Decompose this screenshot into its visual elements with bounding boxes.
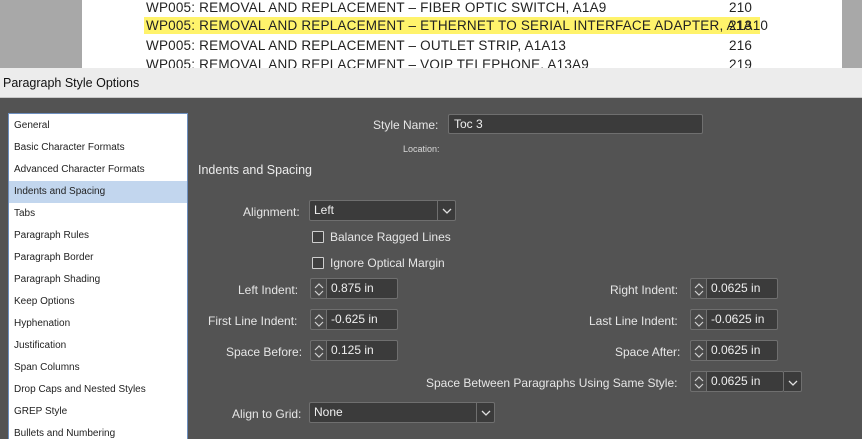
alignment-label: Alignment: — [243, 205, 300, 219]
space-before-input[interactable]: 0.125 in — [326, 340, 398, 361]
sidebar-item-paragraph-border[interactable]: Paragraph Border — [9, 247, 187, 269]
location-label: Location: — [403, 144, 440, 154]
toc-line-text: WP005: REMOVAL AND REPLACEMENT – FIBER O… — [146, 0, 607, 15]
space-between-stepper[interactable]: 0.0625 in — [690, 371, 802, 392]
sidebar-item-advanced-character-formats[interactable]: Advanced Character Formats — [9, 159, 187, 181]
space-before-stepper[interactable]: 0.125 in — [310, 340, 398, 361]
section-title: Indents and Spacing — [198, 163, 312, 177]
sidebar-item-paragraph-rules[interactable]: Paragraph Rules — [9, 225, 187, 247]
sidebar-item-keep-options[interactable]: Keep Options — [9, 291, 187, 313]
balance-ragged-lines-label: Balance Ragged Lines — [330, 230, 451, 244]
last-line-indent-stepper[interactable]: -0.0625 in — [690, 309, 778, 330]
toc-line: WP005: REMOVAL AND REPLACEMENT – VOIP TE… — [146, 56, 826, 68]
stepper-arrows-icon[interactable] — [690, 371, 706, 392]
align-to-grid-label: Align to Grid: — [232, 407, 302, 421]
sidebar-item-general[interactable]: General — [9, 115, 187, 137]
stepper-arrows-icon[interactable] — [690, 340, 706, 361]
stepper-arrows-icon[interactable] — [690, 309, 706, 330]
toc-line-page: 210 — [729, 0, 753, 15]
stepper-arrows-icon[interactable] — [310, 309, 326, 330]
toc-line-highlighted: WP005: REMOVAL AND REPLACEMENT – ETHERNE… — [144, 17, 768, 34]
space-before-label: Space Before: — [226, 345, 303, 359]
sidebar-item-hyphenation[interactable]: Hyphenation — [9, 313, 187, 335]
category-list[interactable]: General Basic Character Formats Advanced… — [8, 113, 188, 439]
left-indent-label: Left Indent: — [238, 283, 299, 297]
space-after-stepper[interactable]: 0.0625 in — [690, 340, 778, 361]
toc-line-text: WP005: REMOVAL AND REPLACEMENT – OUTLET … — [146, 38, 567, 53]
right-indent-stepper[interactable]: 0.0625 in — [690, 278, 778, 299]
style-name-input[interactable]: Toc 3 — [448, 114, 703, 134]
toc-line-page: 216 — [729, 38, 753, 53]
paragraph-style-options-dialog: Paragraph Style Options General Basic Ch… — [0, 68, 862, 439]
space-after-input[interactable]: 0.0625 in — [706, 340, 778, 361]
sidebar-item-span-columns[interactable]: Span Columns — [9, 357, 187, 379]
stepper-arrows-icon[interactable] — [690, 278, 706, 299]
pasteboard-right — [842, 0, 862, 68]
alignment-value: Left — [314, 203, 335, 217]
sidebar-item-basic-character-formats[interactable]: Basic Character Formats — [9, 137, 187, 159]
sidebar-item-paragraph-shading[interactable]: Paragraph Shading — [9, 269, 187, 291]
pasteboard-left — [0, 0, 82, 68]
sidebar-item-drop-caps-and-nested-styles[interactable]: Drop Caps and Nested Styles — [9, 379, 187, 401]
ignore-optical-margin-label: Ignore Optical Margin — [330, 256, 445, 270]
stepper-arrows-icon[interactable] — [310, 278, 326, 299]
last-line-indent-label: Last Line Indent: — [589, 314, 678, 328]
chevron-down-icon[interactable] — [784, 371, 802, 392]
first-line-indent-input[interactable]: -0.625 in — [326, 309, 398, 330]
toc-line: WP005: REMOVAL AND REPLACEMENT – FIBER O… — [146, 0, 826, 16]
document-page: WP005: REMOVAL AND REPLACEMENT – FIBER O… — [82, 0, 842, 68]
chevron-down-icon[interactable] — [476, 403, 494, 422]
dialog-title: Paragraph Style Options — [3, 76, 140, 90]
toc-line-page: 213 — [729, 18, 753, 33]
space-between-input[interactable]: 0.0625 in — [706, 371, 784, 392]
right-indent-label: Right Indent: — [610, 283, 679, 297]
sidebar-item-indents-and-spacing[interactable]: Indents and Spacing — [9, 181, 187, 203]
first-line-indent-stepper[interactable]: -0.625 in — [310, 309, 398, 330]
sidebar-item-justification[interactable]: Justification — [9, 335, 187, 357]
toc-line: WP005: REMOVAL AND REPLACEMENT – OUTLET … — [146, 37, 826, 54]
toc-line-text: WP005: REMOVAL AND REPLACEMENT – VOIP TE… — [146, 57, 589, 68]
style-name-label: Style Name: — [373, 118, 439, 132]
last-line-indent-input[interactable]: -0.0625 in — [706, 309, 778, 330]
toc-line-text: WP005: REMOVAL AND REPLACEMENT – ETHERNE… — [146, 18, 769, 33]
sidebar-item-grep-style[interactable]: GREP Style — [9, 401, 187, 423]
first-line-indent-label: First Line Indent: — [208, 314, 298, 328]
sidebar-item-tabs[interactable]: Tabs — [9, 203, 187, 225]
left-indent-stepper[interactable]: 0.875 in — [310, 278, 398, 299]
space-after-label: Space After: — [615, 345, 681, 359]
left-indent-input[interactable]: 0.875 in — [326, 278, 398, 299]
right-indent-input[interactable]: 0.0625 in — [706, 278, 778, 299]
space-between-label: Space Between Paragraphs Using Same Styl… — [426, 376, 678, 390]
align-to-grid-value: None — [314, 405, 343, 419]
toc-line-page: 219 — [729, 57, 753, 68]
align-to-grid-select[interactable]: None — [309, 402, 495, 423]
dialog-titlebar[interactable]: Paragraph Style Options — [0, 68, 862, 98]
ignore-optical-margin-checkbox[interactable] — [312, 257, 324, 269]
sidebar-item-bullets-and-numbering[interactable]: Bullets and Numbering — [9, 423, 187, 439]
chevron-down-icon[interactable] — [437, 201, 455, 220]
alignment-select[interactable]: Left — [309, 200, 456, 221]
stepper-arrows-icon[interactable] — [310, 340, 326, 361]
balance-ragged-lines-checkbox[interactable] — [312, 231, 324, 243]
